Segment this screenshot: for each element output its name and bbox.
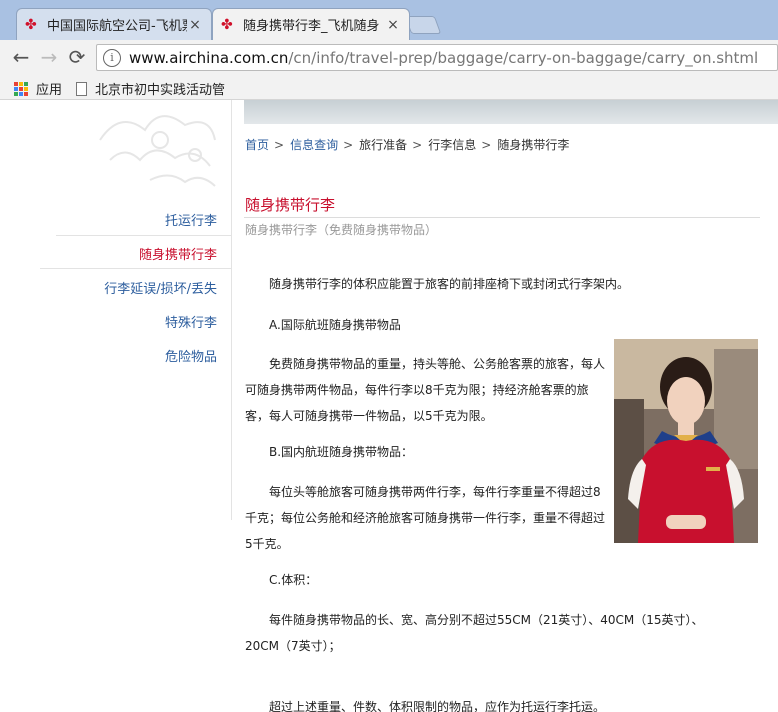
sidebar-item-delayed-damaged-lost[interactable]: 行李延误/损坏/丢失 <box>104 278 217 297</box>
bookmark-apps[interactable]: 应用 <box>14 79 62 98</box>
bookmarks-bar: 应用 北京市初中实践活动管 <box>0 74 778 100</box>
bookmark-beijing-practice[interactable]: 北京市初中实践活动管 <box>76 79 225 98</box>
url-host: www.airchina.com.cn <box>129 48 289 67</box>
paragraph-heading-domestic: B.国内航班随身携带物品： <box>269 445 414 459</box>
breadcrumb-current: 随身携带行李 <box>497 138 570 152</box>
tab-carry-on-baggage[interactable]: ✤ 随身携带行李_飞机随身 × <box>212 8 410 40</box>
sidebar-divider <box>40 268 232 269</box>
site-info-icon[interactable]: i <box>103 48 121 67</box>
breadcrumb-separator: > <box>274 138 285 152</box>
header-banner-image <box>244 100 778 124</box>
tab-airchina-home[interactable]: ✤ 中国国际航空公司-飞机票 × <box>16 8 212 40</box>
sidebar-nav: 托运行李 随身携带行李 行李延误/损坏/丢失 特殊行李 危险物品 <box>0 100 232 520</box>
sidebar-divider <box>56 235 232 236</box>
page-title: 随身携带行李 <box>245 196 336 214</box>
airchina-logo-icon: ✤ <box>25 16 37 33</box>
breadcrumb-separator: > <box>481 138 492 152</box>
paragraph-volume: 随身携带行李的体积应能置于旅客的前排座椅下或封闭式行李架内。 <box>269 277 630 291</box>
sidebar-item-special-baggage[interactable]: 特殊行李 <box>165 312 217 331</box>
breadcrumb-home[interactable]: 首页 <box>245 138 269 152</box>
flight-attendant-photo <box>614 339 758 543</box>
bookmark-label: 应用 <box>36 83 63 98</box>
tab-strip: ✤ 中国国际航空公司-飞机票 × ✤ 随身携带行李_飞机随身 × <box>0 0 778 40</box>
close-tab-icon[interactable]: × <box>187 17 203 33</box>
paragraph-heading-international: A.国际航班随身携带物品 <box>269 318 401 332</box>
forward-arrow-icon[interactable]: → <box>38 46 60 68</box>
breadcrumb-info-query[interactable]: 信息查询 <box>290 138 338 152</box>
address-bar[interactable]: i www.airchina.com.cn/cn/info/travel-pre… <box>96 44 778 71</box>
web-page: 托运行李 随身携带行李 行李延误/损坏/丢失 特殊行李 危险物品 首页 > 信息查询… <box>0 100 778 712</box>
paragraph-excess: 超过上述重量、件数、体积限制的物品，应作为托运行李托运。 <box>269 700 606 712</box>
new-tab-button[interactable] <box>404 16 442 34</box>
close-tab-icon[interactable]: × <box>385 17 401 33</box>
sidebar-item-carry-on-baggage[interactable]: 随身携带行李 <box>139 244 217 263</box>
paragraph-heading-volume: C.体积： <box>269 573 318 587</box>
sidebar-item-dangerous-goods[interactable]: 危险物品 <box>165 346 217 365</box>
sidebar-item-checked-baggage[interactable]: 托运行李 <box>165 210 217 229</box>
browser-toolbar: ← → ⟳ i www.airchina.com.cn/cn/info/trav… <box>0 40 778 74</box>
page-subtitle: 随身携带行李（免费随身携带物品） <box>245 223 438 237</box>
tab-label: 随身携带行李_飞机随身 <box>243 19 380 34</box>
page-icon <box>76 81 87 96</box>
bookmark-label: 北京市初中实践活动管 <box>95 83 226 98</box>
breadcrumb-travel-prep: 旅行准备 <box>359 138 408 152</box>
breadcrumb-separator: > <box>343 138 354 152</box>
airchina-logo-icon: ✤ <box>221 16 233 33</box>
apps-grid-icon <box>14 81 28 96</box>
paragraph-domestic-rules: 每位头等舱旅客可随身携带两件行李，每件行李重量不得超过8千克；每位公务舱和经济舱… <box>245 485 606 551</box>
breadcrumb: 首页 > 信息查询 > 旅行准备 > 行李信息 > 随身携带行李 <box>245 136 569 153</box>
paragraph-international-rules: 免费随身携带物品的重量，持头等舱、公务舱客票的旅客，每人可随身携带两件物品，每件… <box>245 357 606 423</box>
back-arrow-icon[interactable]: ← <box>10 46 32 68</box>
breadcrumb-baggage-info: 行李信息 <box>428 138 477 152</box>
reload-icon[interactable]: ⟳ <box>66 46 88 68</box>
breadcrumb-separator: > <box>412 138 423 152</box>
paragraph-volume-limits: 每件随身携带物品的长、宽、高分别不超过55CM（21英寸）、40CM（15英寸）… <box>245 613 704 653</box>
tab-label: 中国国际航空公司-飞机票 <box>47 19 187 34</box>
url-path: /cn/info/travel-prep/baggage/carry-on-ba… <box>288 48 759 67</box>
title-divider <box>244 217 760 218</box>
